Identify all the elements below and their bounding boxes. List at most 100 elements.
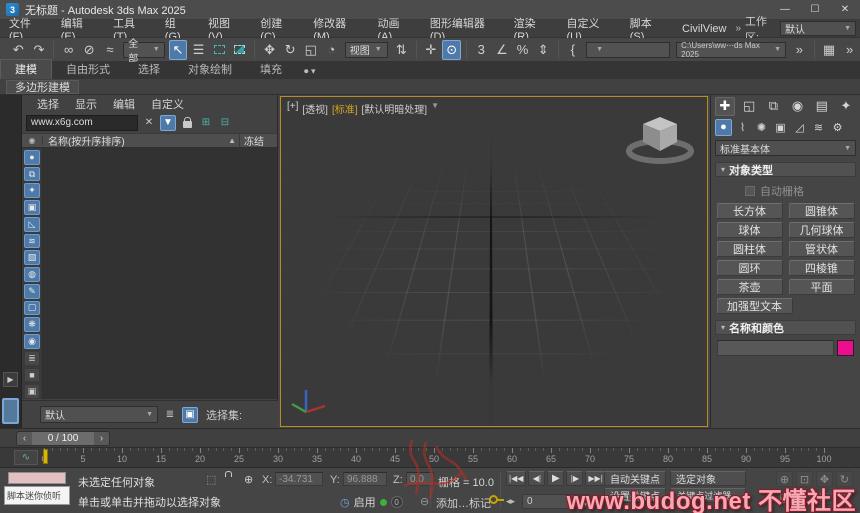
x-coord-field[interactable]: -34.731: [275, 472, 323, 486]
menu-rendering[interactable]: 渲染(R): [505, 18, 558, 43]
object-button-9[interactable]: 茶壶: [716, 279, 783, 295]
render-overflow-icon[interactable]: »: [840, 40, 859, 60]
frame-step-arrows-icon[interactable]: ◂▸: [506, 496, 515, 507]
time-slider-value[interactable]: 0 / 100: [32, 432, 94, 445]
ribbon-tab-selection[interactable]: 选择: [124, 60, 174, 79]
menu-animation[interactable]: 动画(A): [369, 18, 421, 43]
menu-file[interactable]: 文件(F): [0, 18, 52, 43]
autogrid-checkbox[interactable]: [745, 186, 755, 196]
viewport-general-menu[interactable]: [+]: [287, 101, 298, 116]
ribbon-tab-populate[interactable]: 填充: [246, 60, 296, 79]
macro-recorder-field[interactable]: [8, 472, 66, 484]
select-by-name-icon[interactable]: ☰: [189, 40, 208, 60]
snap-pair-icon[interactable]: ⇅: [392, 40, 411, 60]
previous-frame-arrow-icon[interactable]: ‹: [17, 432, 32, 445]
enable-label[interactable]: 启用: [354, 494, 376, 510]
object-button-10[interactable]: 平面: [788, 279, 855, 295]
clear-search-icon[interactable]: ✕: [141, 115, 157, 131]
next-frame-arrow-icon[interactable]: ›: [94, 432, 109, 445]
layers-icon[interactable]: ≣: [162, 407, 178, 423]
select-object-icon[interactable]: ↖: [168, 39, 188, 60]
toggle-bones-icon[interactable]: ✎: [24, 283, 40, 299]
render-setup-icon[interactable]: ▦: [820, 40, 839, 60]
ribbon-minimize-icon[interactable]: ⏺ ▾: [296, 66, 324, 79]
object-button-6[interactable]: 管状体: [788, 241, 855, 257]
explorer-menu-customize[interactable]: 自定义: [144, 96, 191, 112]
collapse-tree-icon[interactable]: ⊟: [217, 115, 233, 131]
selection-filter-dropdown[interactable]: 全部 ▼: [123, 39, 165, 65]
use-pivot-point-icon[interactable]: ⊙: [442, 39, 461, 60]
explorer-menu-edit[interactable]: 编辑: [106, 96, 142, 112]
menu-group[interactable]: 组(G): [156, 18, 199, 43]
category-cameras-icon[interactable]: ▣: [772, 119, 789, 136]
object-button-7[interactable]: 圆环: [716, 260, 783, 276]
viewcube[interactable]: [623, 109, 697, 167]
expand-tree-icon[interactable]: ⊞: [198, 115, 214, 131]
category-lights-icon[interactable]: ✺: [753, 119, 770, 136]
category-shapes-icon[interactable]: ⌇: [734, 119, 751, 136]
menu-edit[interactable]: 编辑(E): [52, 18, 104, 43]
ribbon-tab-freeform[interactable]: 自由形式: [52, 60, 124, 79]
toggle-hidden-icon[interactable]: ◉: [24, 334, 40, 349]
viewport-menu-arrow-icon[interactable]: ▼: [431, 101, 439, 116]
toolbar-overflow-icon[interactable]: »: [790, 40, 809, 60]
visibility-column-icon[interactable]: ◉: [22, 136, 43, 145]
tab-display[interactable]: ▤: [812, 97, 832, 116]
redo-icon[interactable]: ↷: [30, 40, 49, 60]
tab-hierarchy[interactable]: ⧉: [763, 97, 783, 116]
go-to-start-button[interactable]: |◀◀: [506, 471, 527, 486]
explorer-menu-display[interactable]: 显示: [68, 96, 104, 112]
toggle-spacewarps-icon[interactable]: ≋: [24, 233, 40, 249]
explorer-menu-select[interactable]: 选择: [30, 96, 66, 112]
category-geometry-icon[interactable]: ●: [715, 118, 732, 136]
category-spacewarps-icon[interactable]: ≋: [810, 119, 827, 136]
toggle-frozen-icon[interactable]: ❋: [24, 317, 40, 333]
viewport-standard-label[interactable]: [标准]: [332, 101, 358, 116]
object-name-field[interactable]: [717, 340, 834, 356]
select-and-link-icon[interactable]: ∞: [59, 40, 78, 60]
filter-icon[interactable]: ▼: [160, 114, 176, 131]
menu-views[interactable]: 视图(V): [199, 18, 251, 43]
mini-curve-editor-button[interactable]: ∿: [14, 450, 38, 465]
toggle-containers-icon[interactable]: ▢: [24, 300, 40, 316]
viewport-layout-thumbnail[interactable]: [2, 398, 19, 424]
viewport-pov-label[interactable]: [透视]: [302, 101, 328, 116]
current-frame-marker[interactable]: [43, 449, 48, 464]
time-slider[interactable]: ‹ 0 / 100 ›: [16, 431, 110, 446]
explorer-column-header[interactable]: ◉ 名称(按升序排序) ▲ 冻结: [22, 133, 277, 148]
lock-icon[interactable]: [179, 115, 195, 131]
menu-customize[interactable]: 自定义(U): [558, 18, 621, 43]
category-systems-icon[interactable]: ⚙: [829, 119, 846, 136]
select-and-manipulate-icon[interactable]: ◔: [322, 40, 341, 60]
workspace-dropdown[interactable]: 默认 ▼: [780, 21, 856, 36]
isolate-icon[interactable]: ▣: [182, 406, 198, 423]
angle-snap-icon[interactable]: ∠: [493, 40, 512, 60]
object-button-4[interactable]: 几何球体: [788, 222, 855, 238]
object-button-2[interactable]: 圆锥体: [788, 203, 855, 219]
list-view-icon[interactable]: ≣: [24, 350, 40, 366]
perspective-viewport[interactable]: [+] [透视] [标准] [默认明暗处理] ▼: [280, 96, 708, 427]
viewport-shading-label[interactable]: [默认明暗处理]: [362, 101, 428, 116]
rollout-object-type[interactable]: ▾ 对象类型: [715, 162, 856, 177]
object-button-1[interactable]: 长方体: [716, 203, 783, 219]
menu-modifiers[interactable]: 修改器(M): [304, 18, 368, 43]
spinner-snap-icon[interactable]: ⇕: [534, 40, 553, 60]
search-input[interactable]: [26, 114, 138, 131]
layout-tabs-arrow-icon[interactable]: ▶: [3, 372, 18, 387]
box-mode-icon[interactable]: ■: [24, 367, 40, 383]
key-mode-icon[interactable]: [489, 495, 504, 504]
toggle-shapes-icon[interactable]: ⧉: [24, 166, 40, 182]
toggle-helpers-icon[interactable]: ◺: [24, 216, 40, 232]
pin-explorer-icon[interactable]: ▣: [24, 384, 40, 400]
frozen-column-header[interactable]: 冻结: [239, 133, 277, 148]
window-crossing-icon[interactable]: [231, 40, 250, 60]
rollout-name-color[interactable]: ▾ 名称和颜色: [715, 320, 856, 335]
menubar-overflow-icon[interactable]: »: [735, 23, 741, 34]
isolate-selection-icon[interactable]: ⬚: [206, 473, 216, 486]
menu-create[interactable]: 创建(C): [251, 18, 304, 43]
ribbon-subtab-poly-modeling[interactable]: 多边形建模: [6, 79, 79, 94]
tab-modify[interactable]: ◱: [739, 97, 759, 116]
bind-to-spacewarp-icon[interactable]: ≈: [101, 40, 120, 60]
object-button-5[interactable]: 圆柱体: [716, 241, 783, 257]
select-and-move-icon[interactable]: ✥: [260, 40, 279, 60]
